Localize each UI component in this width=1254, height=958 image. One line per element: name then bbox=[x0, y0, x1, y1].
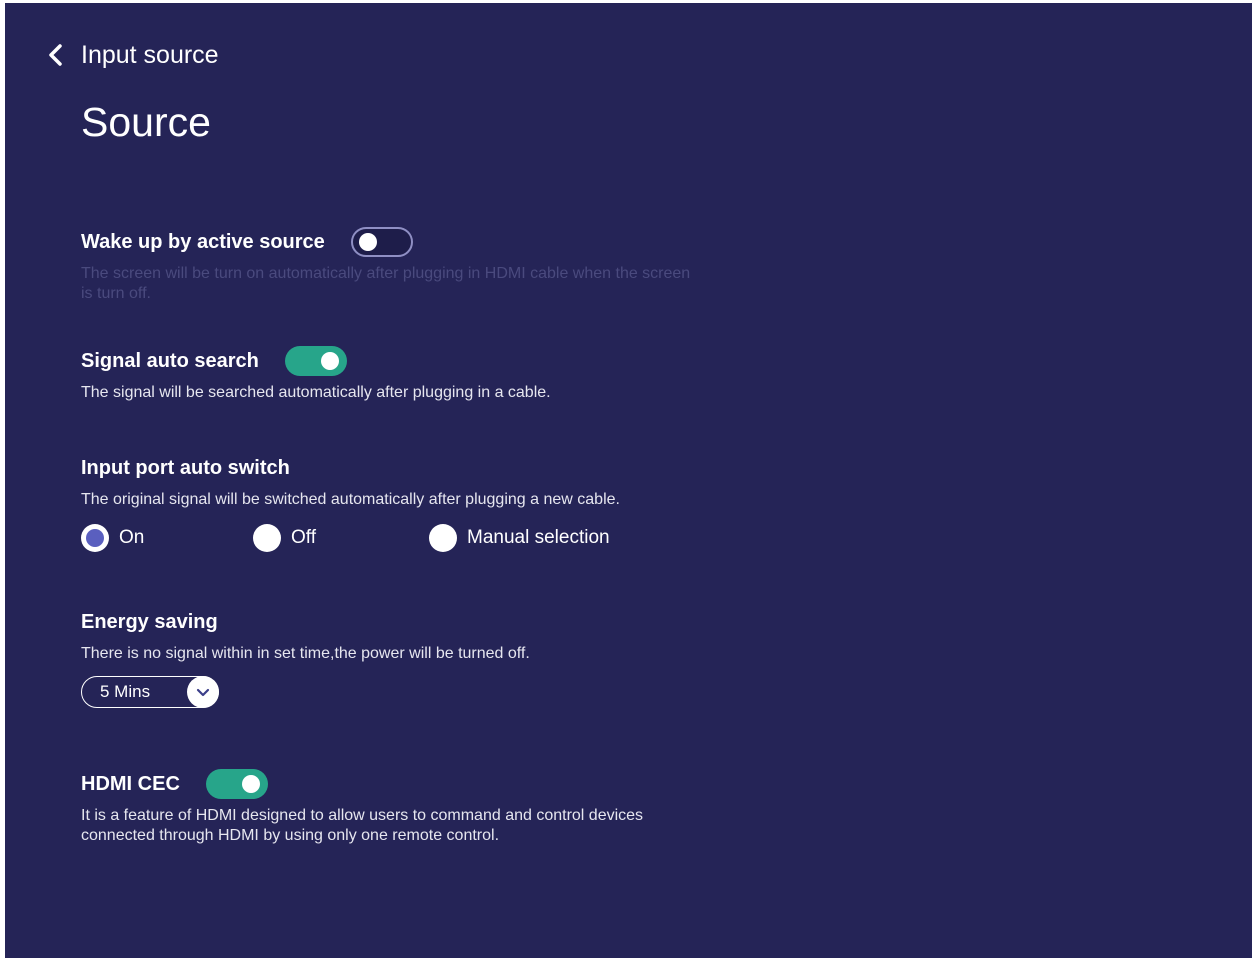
signal-auto-search-toggle[interactable] bbox=[284, 346, 347, 376]
energy-saving-label: Energy saving bbox=[81, 610, 218, 633]
auto-switch-radio-group: On Off Manual selection bbox=[81, 524, 701, 552]
toggle-knob bbox=[241, 775, 260, 793]
setting-input-port-auto-switch: Input port auto switch The original sign… bbox=[81, 452, 701, 552]
radio-label-on: On bbox=[119, 527, 145, 548]
source-settings-screen: Input source Source Wake up by active so… bbox=[5, 3, 1252, 958]
signal-auto-search-label: Signal auto search bbox=[81, 349, 259, 372]
setting-signal-auto-search: Signal auto search The signal will be se… bbox=[81, 345, 701, 403]
radio-unselected-icon bbox=[253, 524, 281, 552]
radio-label-manual: Manual selection bbox=[467, 527, 610, 548]
radio-option-on[interactable]: On bbox=[81, 524, 253, 552]
radio-unselected-icon bbox=[429, 524, 457, 552]
header-bar: Input source bbox=[41, 37, 219, 73]
setting-energy-saving: Energy saving There is no signal within … bbox=[81, 606, 701, 708]
wake-up-toggle[interactable] bbox=[350, 227, 413, 257]
wake-up-label: Wake up by active source bbox=[81, 230, 325, 253]
back-title[interactable]: Input source bbox=[81, 41, 219, 70]
toggle-knob bbox=[320, 352, 339, 370]
hdmi-cec-toggle[interactable] bbox=[205, 769, 268, 799]
setting-hdmi-cec: HDMI CEC It is a feature of HDMI designe… bbox=[81, 768, 696, 846]
setting-wake-up: Wake up by active source The screen will… bbox=[81, 226, 691, 304]
radio-selected-icon bbox=[81, 524, 109, 552]
input-port-auto-switch-label: Input port auto switch bbox=[81, 456, 290, 479]
page-title: Source bbox=[81, 99, 211, 145]
hdmi-cec-label: HDMI CEC bbox=[81, 772, 180, 795]
input-port-auto-switch-description: The original signal will be switched aut… bbox=[81, 491, 620, 508]
signal-auto-search-description: The signal will be searched automaticall… bbox=[81, 384, 551, 401]
wake-up-description: The screen will be turn on automatically… bbox=[81, 265, 691, 302]
hdmi-cec-description: It is a feature of HDMI designed to allo… bbox=[81, 807, 644, 844]
radio-label-off: Off bbox=[291, 527, 316, 548]
energy-saving-value: 5 Mins bbox=[100, 682, 151, 701]
radio-option-manual[interactable]: Manual selection bbox=[429, 524, 610, 552]
chevron-down-icon[interactable] bbox=[187, 676, 219, 708]
toggle-knob bbox=[358, 233, 377, 251]
energy-saving-description: There is no signal within in set time,th… bbox=[81, 645, 530, 662]
radio-option-off[interactable]: Off bbox=[253, 524, 429, 552]
energy-saving-dropdown[interactable]: 5 Mins bbox=[81, 676, 219, 708]
back-chevron-icon[interactable] bbox=[41, 41, 69, 69]
